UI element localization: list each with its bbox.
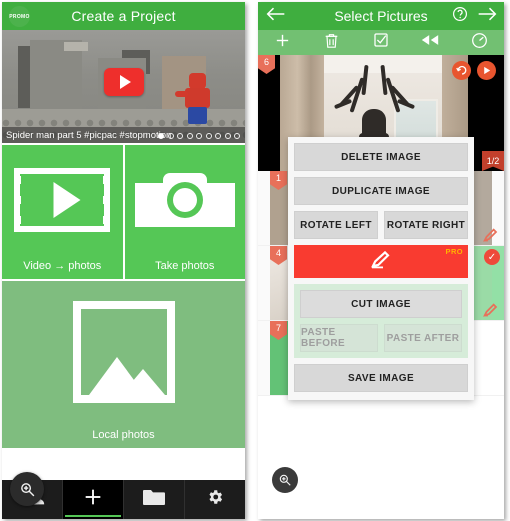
gear-icon [206, 488, 224, 511]
toolbar-delete-button[interactable] [307, 32, 356, 54]
panel-title: Select Pictures [334, 8, 428, 24]
cut-image-button[interactable]: CUT IMAGE [300, 290, 462, 318]
image-context-menu: DELETE IMAGE DUPLICATE IMAGE ROTATE LEFT… [288, 137, 474, 400]
nav-item-projects[interactable] [124, 480, 185, 519]
film-strip-icon [2, 145, 123, 254]
plus-icon [82, 486, 104, 513]
featured-video-card[interactable]: Spider man part 5 #picpac #stopmotion [2, 30, 245, 143]
tile-video-to-photos[interactable]: Video → photos [2, 145, 123, 279]
speed-gauge-icon [471, 32, 488, 54]
pencil-icon[interactable] [482, 302, 500, 318]
question-mark-icon[interactable] [452, 6, 468, 27]
toolbar-speed-button[interactable] [455, 32, 504, 54]
carousel-dot[interactable] [215, 133, 221, 139]
arrow-left-icon [266, 7, 286, 26]
preview-index-badge: 6 [258, 55, 275, 74]
carousel-dot[interactable] [177, 133, 183, 139]
magnifier-plus-icon[interactable] [272, 467, 298, 493]
nav-item-create[interactable] [63, 480, 124, 519]
tile-label: Video → photos [23, 260, 102, 272]
promo-logo: PROMO [9, 6, 30, 27]
nav-item-settings[interactable] [185, 480, 245, 519]
youtube-play-icon[interactable] [103, 67, 144, 96]
back-button[interactable] [266, 2, 286, 30]
draw-pro-button[interactable]: PRO [294, 245, 468, 278]
create-project-panel: PROMO Create a Project Spider man part 5… [2, 2, 245, 519]
toolbar-select-all-button[interactable] [356, 32, 405, 53]
save-image-button[interactable]: SAVE IMAGE [294, 364, 468, 392]
rewind-icon [421, 33, 439, 52]
carousel-dots[interactable] [158, 133, 240, 139]
right-header: Select Pictures [258, 2, 504, 30]
gallery-image-icon [2, 281, 245, 423]
carousel-dot[interactable] [186, 133, 193, 139]
picture-list-body: 6 1/2 1 4 ✓ 7 DELETE IMAGE DUPLICATE IMA… [258, 55, 504, 519]
editor-toolbar [258, 30, 504, 55]
paste-after-button: PASTE AFTER [384, 324, 462, 352]
carousel-dot[interactable] [196, 133, 202, 139]
select-all-checkbox-icon [373, 32, 389, 53]
arrow-right-icon[interactable] [477, 7, 497, 26]
folder-icon [142, 488, 166, 511]
scene-block [18, 46, 30, 108]
rotate-buttons-row: ROTATE LEFT ROTATE RIGHT [294, 211, 468, 239]
toolbar-add-button[interactable] [258, 32, 307, 54]
pencil-draw-icon [368, 250, 394, 273]
page-title: Create a Project [71, 8, 176, 24]
tile-label: Local photos [92, 429, 155, 441]
left-header: PROMO Create a Project [2, 2, 245, 30]
tile-take-photos[interactable]: Take photos [124, 145, 246, 279]
duplicate-image-button[interactable]: DUPLICATE IMAGE [294, 177, 468, 205]
check-icon[interactable]: ✓ [484, 249, 500, 265]
paste-before-button: PASTE BEFORE [300, 324, 378, 352]
carousel-dot[interactable] [224, 133, 231, 139]
frame-counter-badge: 1/2 [482, 151, 504, 171]
bottom-nav [2, 472, 245, 519]
header-actions [452, 2, 497, 30]
action-tiles-row: Video → photos Take photos [2, 145, 245, 279]
delete-image-button[interactable]: DELETE IMAGE [294, 143, 468, 171]
plus-icon [274, 32, 291, 54]
trash-icon [324, 32, 339, 54]
tile-label: Take photos [155, 260, 215, 272]
pencil-icon[interactable] [482, 227, 500, 243]
toolbar-rewind-button[interactable] [406, 33, 455, 52]
promo-logo-label: PROMO [9, 13, 30, 20]
rotate-left-button[interactable]: ROTATE LEFT [294, 211, 378, 239]
camera-icon [125, 145, 246, 254]
scene-block [64, 42, 88, 51]
featured-caption-text: Spider man part 5 #picpac #stopmotion [6, 129, 172, 141]
carousel-dot[interactable] [205, 133, 212, 139]
carousel-dot[interactable] [158, 133, 164, 139]
carousel-dot[interactable] [234, 133, 240, 139]
select-pictures-panel: Select Pictures 6 1/2 1 4 ✓ 7 DELETE IMA… [258, 2, 504, 519]
undo-icon[interactable] [452, 61, 471, 80]
paste-buttons-row: PASTE BEFORE PASTE AFTER [300, 324, 462, 352]
magnifier-plus-icon[interactable] [10, 472, 44, 506]
carousel-dot[interactable] [167, 133, 174, 139]
lego-figure [175, 73, 211, 125]
cut-paste-group: CUT IMAGE PASTE BEFORE PASTE AFTER [294, 284, 468, 358]
rotate-right-button[interactable]: ROTATE RIGHT [384, 211, 468, 239]
pro-badge-label: PRO [445, 247, 463, 256]
tile-local-photos[interactable]: Local photos [2, 281, 245, 448]
play-icon[interactable] [477, 61, 496, 80]
app-root: PROMO Create a Project Spider man part 5… [0, 0, 510, 521]
